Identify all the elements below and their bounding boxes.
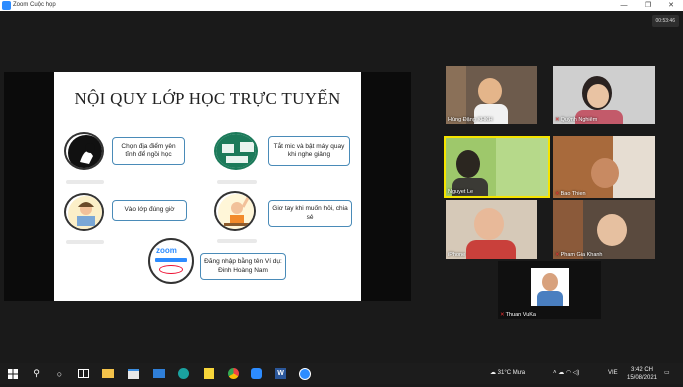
participant-name: ✕Bao Thien <box>555 191 586 197</box>
devices-icon <box>214 132 258 170</box>
video-bg <box>496 138 548 196</box>
muted-mic-icon: ✕ <box>555 191 560 197</box>
rule-box-1: Chọn địa điểm yên tĩnh để ngồi học <box>112 137 185 165</box>
participant-name: ✕Quỳnh Nghiêm <box>555 117 598 123</box>
participant-tile-3-active[interactable]: Nguyet Le <box>444 136 550 198</box>
participant-face <box>542 273 558 291</box>
join-button-graphic <box>155 258 187 262</box>
muted-mic-icon: ✕ <box>555 117 560 123</box>
system-tray-icons[interactable]: ˄ ☁ ◠ ◁) <box>553 363 579 384</box>
window-titlebar: Zoom Cuộc họp — ❐ ✕ <box>0 0 683 11</box>
participant-face <box>587 84 609 108</box>
cloud-rain-icon: ☁ <box>490 370 496 376</box>
presentation-slide: NỘI QUY LỚP HỌC TRỰC TUYẾN Chọn địa điểm… <box>54 72 361 301</box>
muted-mic-icon: ✕ <box>500 312 505 318</box>
video-bg <box>613 136 655 198</box>
participant-tile-7[interactable]: ✕Thuan VuKa <box>498 261 601 319</box>
chrome-icon[interactable] <box>226 366 241 381</box>
participant-face <box>591 158 619 188</box>
muted-mic-icon: ✕ <box>555 252 560 258</box>
participant-name: Hùng Đặng KHKH <box>448 117 493 123</box>
weather-desc: Mưa <box>512 370 526 376</box>
word-icon-letter: W <box>275 368 286 379</box>
participant-tile-6[interactable]: ✕Pham Gia Khanh <box>553 200 655 259</box>
video-bg <box>553 200 583 259</box>
participant-face <box>456 150 480 178</box>
participant-body <box>452 178 488 196</box>
shared-screen[interactable]: NỘI QUY LỚP HỌC TRỰC TUYẾN Chọn địa điểm… <box>4 72 411 301</box>
wifi-icon: ◠ <box>565 370 572 376</box>
participant-body <box>466 240 516 259</box>
windows-taskbar: ⚲ ○ W ☁ 31°C Mưa ˄ ☁ ◠ ◁) VIE 3:42 CH 15… <box>0 363 683 384</box>
rule-box-4: Giơ tay khi muốn hỏi, chia sẻ <box>268 200 352 227</box>
participant-tile-2[interactable]: ✕Quỳnh Nghiêm <box>553 66 655 124</box>
participant-tile-1[interactable]: Hùng Đặng KHKH <box>446 66 537 124</box>
participant-body <box>537 291 563 306</box>
volume-icon: ◁) <box>572 370 580 376</box>
participant-face <box>597 214 627 246</box>
student-icon <box>64 193 104 231</box>
task-view-icon[interactable] <box>76 366 91 381</box>
meeting-area: 00:53:46 NỘI QUY LỚP HỌC TRỰC TUYẾN Chọn… <box>0 11 683 363</box>
zoom-login-icon: zoom <box>148 238 194 284</box>
zoom-meeting-icon[interactable] <box>297 366 312 381</box>
participant-name: iPhone <box>448 252 466 258</box>
notification-icon[interactable]: ▭ <box>664 363 670 384</box>
zoom-logo-text: zoom <box>156 246 177 255</box>
minimize-button[interactable]: — <box>613 0 635 11</box>
participant-face <box>478 78 502 104</box>
onedrive-icon: ☁ <box>558 370 565 376</box>
input-language[interactable]: VIE <box>608 363 618 384</box>
highlight-circle <box>159 265 183 274</box>
shadow-line <box>66 240 104 244</box>
rule-box-2: Tắt mic và bật máy quay khi nghe giảng <box>268 136 350 166</box>
participant-name: Nguyet Le <box>448 189 474 195</box>
task-view-icon[interactable]: ○ <box>52 366 67 381</box>
rule-box-3: Vào lớp đúng giờ <box>112 200 187 221</box>
slide-title: NỘI QUY LỚP HỌC TRỰC TUYẾN <box>74 89 341 108</box>
meeting-timer: 00:53:46 <box>651 15 679 27</box>
mail-icon[interactable] <box>151 366 166 381</box>
start-button[interactable] <box>5 366 20 381</box>
search-icon[interactable]: ⚲ <box>29 366 44 381</box>
clock-date: 15/08/2021 <box>626 375 658 381</box>
video-bg <box>446 66 466 124</box>
word-icon[interactable]: W <box>273 366 288 381</box>
clock-time: 3:42 CH <box>630 367 653 373</box>
maximize-button[interactable]: ❐ <box>637 0 659 11</box>
chevron-up-icon: ˄ <box>553 370 557 376</box>
store-icon[interactable] <box>126 366 141 381</box>
edge-icon[interactable] <box>176 366 191 381</box>
participant-name: ✕Pham Gia Khanh <box>555 252 603 258</box>
file-explorer-icon[interactable] <box>100 366 115 381</box>
raise-hand-icon <box>214 191 256 231</box>
zoom-taskbar-icon[interactable] <box>249 366 264 381</box>
weather-temp: 31°C <box>497 370 512 376</box>
participant-tile-4[interactable]: ✕Bao Thien <box>553 136 655 198</box>
shadow-line <box>66 180 104 184</box>
rule-box-5: Đăng nhập bằng tên Ví dụ: Đinh Hoàng Nam <box>200 253 286 280</box>
participant-photo <box>531 268 569 306</box>
shadow-line <box>217 239 257 243</box>
participant-face <box>474 208 504 240</box>
close-button[interactable]: ✕ <box>660 0 682 11</box>
participant-tile-5[interactable]: iPhone <box>446 200 537 259</box>
window-title: Zoom Cuộc họp <box>13 2 56 8</box>
shadow-line <box>217 180 257 184</box>
sticky-notes-icon[interactable] <box>201 366 216 381</box>
participant-name: ✕Thuan VuKa <box>500 312 536 318</box>
weather-widget[interactable]: ☁ 31°C Mưa <box>490 363 525 384</box>
zoom-app-icon <box>2 1 11 10</box>
thinking-person-icon <box>64 132 104 170</box>
